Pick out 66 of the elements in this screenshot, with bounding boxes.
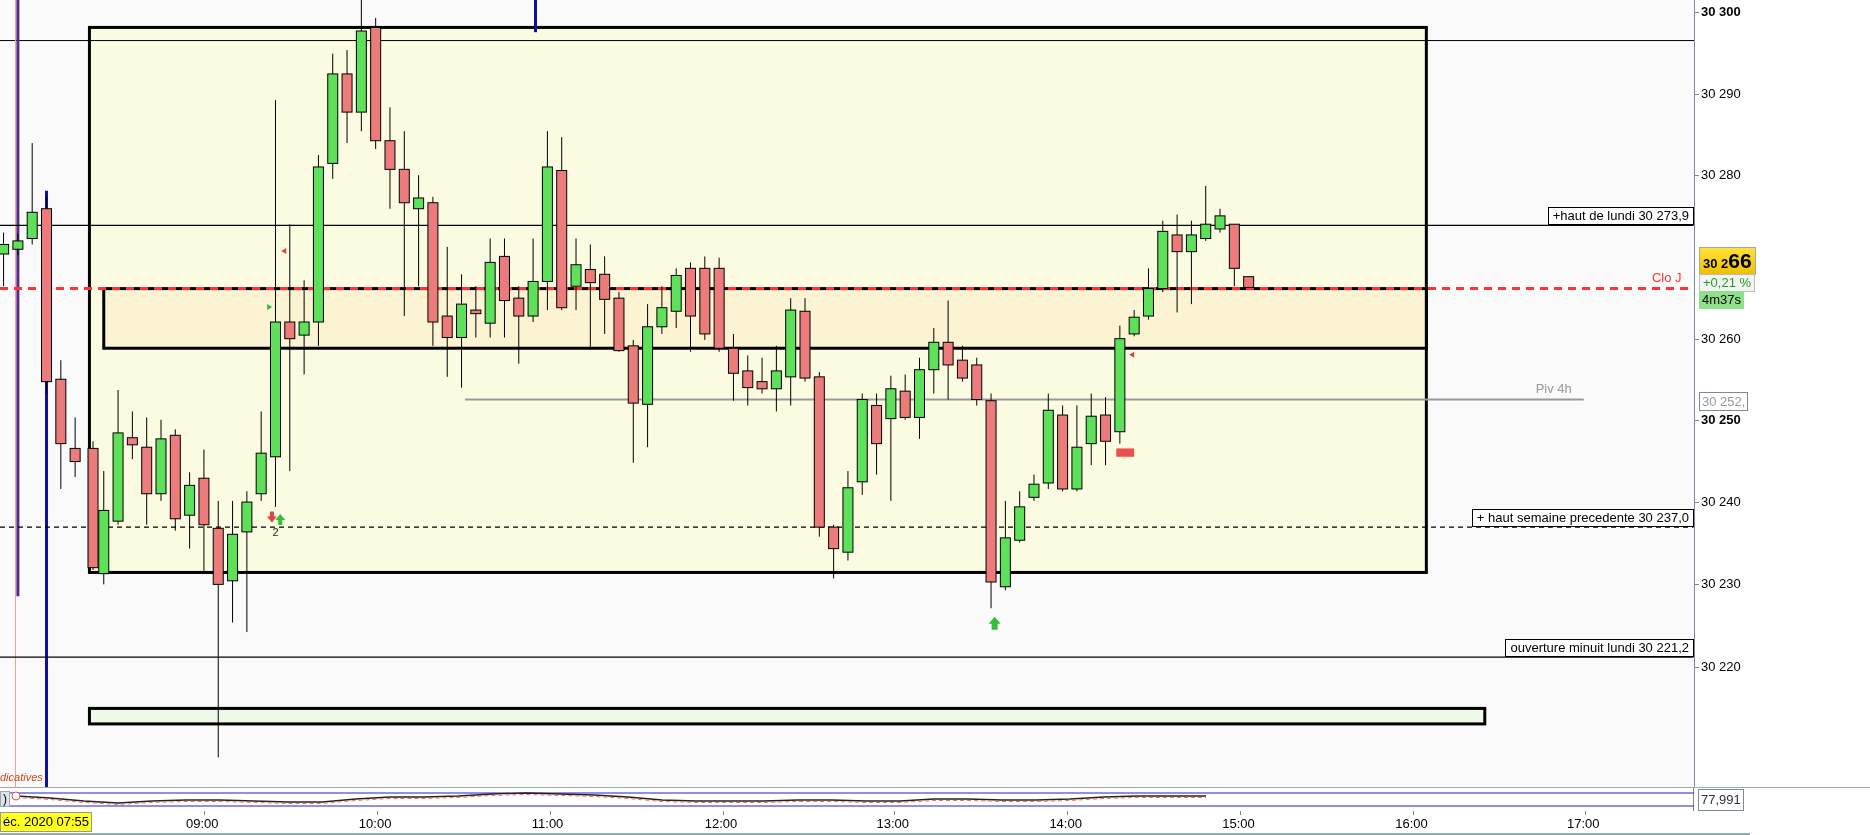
oscillator-value-tag: 77,991: [1698, 789, 1744, 811]
candlestick: [0, 232, 10, 287]
candlestick: [670, 267, 682, 329]
current-price-tag: 30 266: [1699, 247, 1756, 275]
candlestick: [1243, 276, 1255, 288]
level-label: ouverture minuit lundi 30 221,2: [1505, 639, 1694, 658]
price-tick-label: 30 220: [1701, 659, 1741, 674]
candlestick: [470, 285, 482, 338]
candlestick: [928, 327, 940, 395]
price-tick-label: 30 280: [1701, 168, 1741, 183]
down-arrow-icon: [266, 511, 277, 523]
time-tick-label: 10:00: [358, 816, 392, 831]
level-label: + haut semaine precedente 30 237,0: [1471, 509, 1694, 528]
candlestick: [770, 345, 782, 412]
candlestick: [1128, 309, 1140, 337]
candlestick: [613, 291, 625, 353]
order-marker: [1116, 448, 1135, 457]
candlestick: [1014, 490, 1026, 544]
candlestick: [656, 285, 668, 335]
candlestick: [1228, 223, 1240, 287]
up-arrow-icon: [275, 513, 286, 525]
level-label: +haut de lundi 30 273,9: [1547, 207, 1694, 226]
up-arrow-icon: [988, 616, 1001, 630]
candlestick: [899, 374, 911, 421]
candlestick: [12, 233, 24, 256]
candlestick: [69, 416, 81, 478]
price-change-tag: +0,21 %: [1699, 274, 1756, 292]
level-label: Piv 4h: [1534, 380, 1573, 397]
candlestick: [1100, 396, 1112, 466]
time-tick-label: 11:00: [531, 816, 564, 831]
candlestick: [1142, 267, 1154, 321]
indicator-button[interactable]: ): [0, 791, 10, 807]
candlestick: [1200, 185, 1212, 242]
time-tick-label: 14:00: [1049, 816, 1082, 831]
candlestick: [1214, 208, 1226, 234]
price-tick-label: 30 230: [1701, 577, 1741, 592]
triangle-marker-icon: [267, 304, 273, 311]
signal-count: 2: [272, 525, 279, 538]
candlestick: [126, 410, 138, 460]
triangle-marker-icon: [281, 248, 287, 255]
price-tick-label: 30 240: [1701, 495, 1741, 510]
session-line: [534, 0, 537, 33]
price-tick-label: 30 290: [1701, 87, 1741, 102]
candlestick: [742, 354, 754, 406]
candlestick: [1028, 474, 1040, 502]
time-tick-label: 13:00: [876, 816, 909, 831]
triangle-marker-icon: [1129, 351, 1135, 358]
cursor-dot-icon: [11, 791, 21, 801]
time-tick-label: 09:00: [185, 816, 219, 831]
candlestick: [828, 524, 840, 579]
candlestick: [727, 333, 739, 402]
candlestick: [956, 345, 968, 383]
pivot-price-tag: 30 252,: [1699, 392, 1749, 411]
time-tick-label: 15:00: [1222, 816, 1255, 831]
price-tick-label: 30 260: [1701, 331, 1741, 346]
price-tick-label: 30 300: [1701, 4, 1741, 19]
cursor-time-label: éc. 2020 07:55: [0, 812, 93, 832]
time-tick-label: 12:00: [704, 816, 738, 831]
candlestick: [756, 357, 768, 395]
candle-countdown-tag: 4m37s: [1699, 291, 1745, 309]
price-tick-label: 30 250: [1701, 412, 1741, 427]
time-tick-label: 16:00: [1395, 816, 1428, 831]
time-tick-label: 17:00: [1566, 816, 1600, 831]
indicator-legend: dicatives: [0, 771, 43, 783]
candlestick: [971, 357, 983, 406]
level-label: Clo J: [1650, 269, 1683, 286]
